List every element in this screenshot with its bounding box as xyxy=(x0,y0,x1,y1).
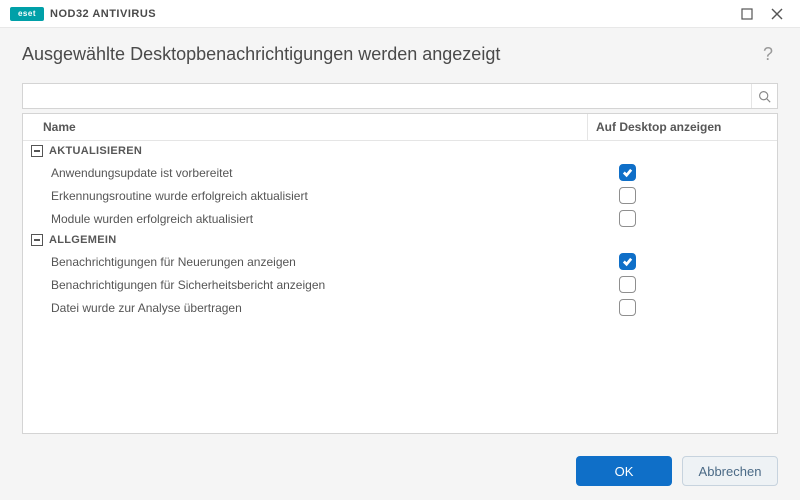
row-name: Module wurden erfolgreich aktualisiert xyxy=(31,212,579,226)
dialog-footer: OK Abbrechen xyxy=(0,446,800,500)
collapse-icon[interactable] xyxy=(31,145,43,157)
table-header: Name Auf Desktop anzeigen xyxy=(23,114,777,141)
show-on-desktop-checkbox[interactable] xyxy=(619,164,636,181)
brand-logo: eset xyxy=(10,7,44,21)
column-header-name[interactable]: Name xyxy=(23,114,587,140)
group-label: ALLGEMEIN xyxy=(49,234,116,246)
column-header-show[interactable]: Auf Desktop anzeigen xyxy=(587,114,777,140)
table-row: Datei wurde zur Analyse übertragen xyxy=(23,296,777,319)
ok-button[interactable]: OK xyxy=(576,456,672,486)
row-name: Datei wurde zur Analyse übertragen xyxy=(31,301,579,315)
search-bar xyxy=(22,83,778,109)
notification-table: Name Auf Desktop anzeigen AKTUALISIERENA… xyxy=(22,113,778,434)
window-close-button[interactable] xyxy=(762,2,792,26)
group-label: AKTUALISIEREN xyxy=(49,145,142,157)
table-row: Erkennungsroutine wurde erfolgreich aktu… xyxy=(23,184,777,207)
table-row: Benachrichtigungen für Sicherheitsberich… xyxy=(23,273,777,296)
heading-row: Ausgewählte Desktopbenachrichtigungen we… xyxy=(22,44,778,65)
table-row: Benachrichtigungen für Neuerungen anzeig… xyxy=(23,250,777,273)
row-name: Benachrichtigungen für Neuerungen anzeig… xyxy=(31,255,579,269)
table-body: AKTUALISIEREN Anwendungsupdate ist vorber… xyxy=(23,141,777,433)
row-name: Benachrichtigungen für Sicherheitsberich… xyxy=(31,278,579,292)
search-input[interactable] xyxy=(23,84,751,108)
collapse-icon[interactable] xyxy=(31,234,43,246)
show-on-desktop-checkbox[interactable] xyxy=(619,299,636,316)
show-on-desktop-checkbox[interactable] xyxy=(619,276,636,293)
page-title: Ausgewählte Desktopbenachrichtigungen we… xyxy=(22,44,758,65)
row-name: Anwendungsupdate ist vorbereitet xyxy=(31,166,579,180)
table-group[interactable]: AKTUALISIEREN xyxy=(23,141,777,161)
table-row: Anwendungsupdate ist vorbereitet xyxy=(23,161,777,184)
table-group[interactable]: ALLGEMEIN xyxy=(23,230,777,250)
show-on-desktop-checkbox[interactable] xyxy=(619,253,636,270)
brand: eset NOD32 ANTIVIRUS xyxy=(10,7,156,21)
row-name: Erkennungsroutine wurde erfolgreich aktu… xyxy=(31,189,579,203)
show-on-desktop-checkbox[interactable] xyxy=(619,210,636,227)
titlebar: eset NOD32 ANTIVIRUS xyxy=(0,0,800,28)
window-maximize-button[interactable] xyxy=(732,2,762,26)
show-on-desktop-checkbox[interactable] xyxy=(619,187,636,204)
brand-product: NOD32 ANTIVIRUS xyxy=(50,8,156,20)
cancel-button[interactable]: Abbrechen xyxy=(682,456,778,486)
table-row: Module wurden erfolgreich aktualisiert xyxy=(23,207,777,230)
help-icon[interactable]: ? xyxy=(758,44,778,65)
search-icon[interactable] xyxy=(751,84,777,108)
